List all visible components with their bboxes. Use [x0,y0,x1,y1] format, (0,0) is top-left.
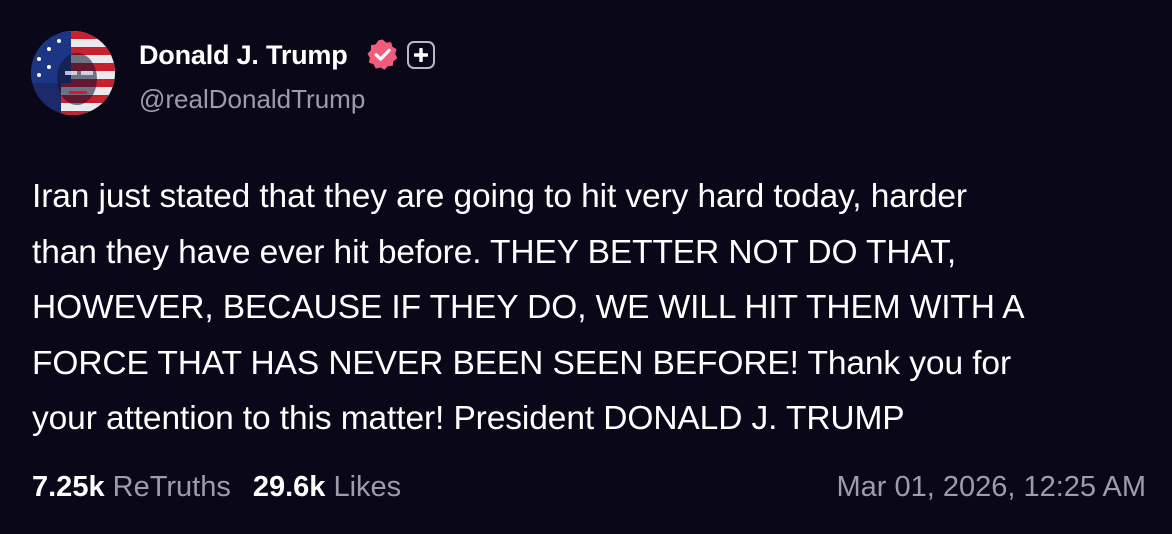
likes-stat[interactable]: 29.6k Likes [253,471,401,503]
likes-count: 29.6k [252,471,326,503]
retruths-stat[interactable]: 7.25k ReTruths [32,471,231,503]
post-body-text: Iran just stated that they are going to … [32,178,1025,437]
plus-icon [407,41,435,69]
post-timestamp[interactable]: Mar 01, 2026, 12:25 AM [836,468,1146,506]
post-stats: 7.25k ReTruths 29.6k Likes [32,468,401,506]
verified-badge-icon [366,38,399,71]
author-avatar[interactable] [31,31,115,115]
truth-post-card: Donald J. Trump @realDonaldTrump Iran ju… [0,0,1172,534]
retruths-count: 7.25k [32,471,105,503]
likes-label: Likes [333,471,402,503]
flag-portrait-avatar-icon [31,31,115,115]
retruths-label: ReTruths [112,471,231,503]
author-display-name[interactable]: Donald J. Trump [139,38,348,72]
author-handle[interactable]: @realDonaldTrump [139,82,365,116]
